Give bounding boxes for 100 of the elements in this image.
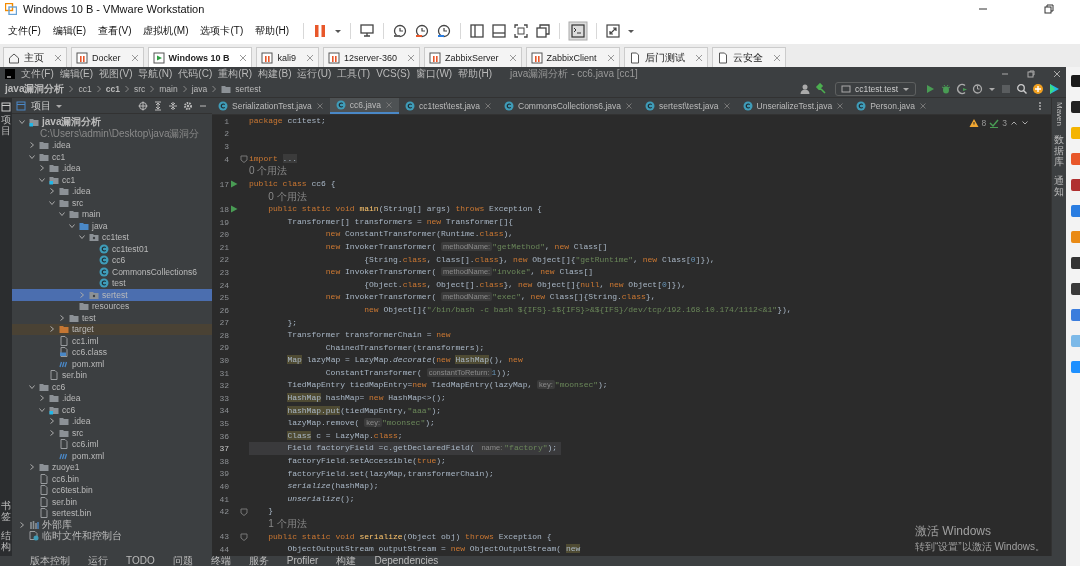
close-icon[interactable] bbox=[239, 53, 248, 62]
hammer-icon[interactable] bbox=[815, 82, 827, 95]
chevron-icon[interactable] bbox=[18, 117, 26, 126]
collapse-all-icon[interactable] bbox=[168, 100, 178, 111]
chevron-icon[interactable] bbox=[48, 187, 56, 196]
chevron-icon[interactable] bbox=[38, 405, 46, 414]
menu-item[interactable]: 帮助(H) bbox=[458, 67, 493, 80]
editor-tab[interactable]: SerializationTest.java bbox=[212, 98, 330, 114]
bug-icon[interactable] bbox=[940, 82, 952, 95]
close-icon[interactable] bbox=[54, 53, 62, 62]
windows-icon[interactable] bbox=[535, 23, 552, 39]
tree-item[interactable]: src bbox=[12, 427, 212, 439]
chevron-icon[interactable] bbox=[58, 313, 66, 322]
tree-item[interactable]: .idea bbox=[12, 415, 212, 427]
tool-window-button[interactable]: 构建 bbox=[336, 556, 357, 566]
tree-item[interactable]: resources bbox=[12, 300, 212, 312]
clock-icon[interactable] bbox=[392, 23, 409, 39]
tool-window-label[interactable]: 结构 bbox=[1, 530, 11, 552]
menu-item[interactable]: 文件(F) bbox=[8, 24, 41, 38]
chevron-icon[interactable] bbox=[28, 141, 36, 150]
stretch-icon[interactable] bbox=[605, 23, 622, 39]
tree-item[interactable]: main bbox=[12, 208, 212, 220]
tree-item[interactable]: cc6 bbox=[12, 404, 212, 416]
close-icon[interactable] bbox=[315, 102, 324, 110]
tree-item[interactable]: ser.bin bbox=[12, 369, 212, 381]
editor-tab[interactable]: cc1test\test.java bbox=[399, 98, 498, 114]
tool-window-label[interactable]: 数据库 bbox=[1054, 134, 1064, 167]
plugin-icon[interactable] bbox=[1048, 82, 1060, 95]
tree-item[interactable]: java bbox=[12, 220, 212, 232]
view-dropdown[interactable]: 项目 bbox=[31, 98, 63, 113]
run-icon[interactable] bbox=[924, 82, 936, 95]
vm-tab[interactable]: 云安全 bbox=[711, 47, 786, 67]
tree-item[interactable]: cc6 bbox=[12, 254, 212, 266]
breadcrumb[interactable]: cc1 bbox=[78, 83, 92, 94]
menu-item[interactable]: 文件(F) bbox=[21, 67, 54, 80]
chevron-down-icon[interactable] bbox=[1021, 119, 1029, 127]
check-icon[interactable] bbox=[989, 118, 1000, 128]
settings-icon[interactable] bbox=[183, 100, 193, 111]
fold-icon[interactable] bbox=[240, 507, 248, 516]
breadcrumb[interactable]: main bbox=[159, 83, 178, 94]
tree-item[interactable]: src bbox=[12, 197, 212, 209]
tree-item[interactable]: cc6 bbox=[12, 381, 212, 393]
menu-item[interactable]: 查看(V) bbox=[98, 24, 132, 38]
close-icon[interactable] bbox=[484, 102, 492, 110]
editor-tab[interactable]: Person.java bbox=[850, 98, 933, 114]
usage-hint[interactable]: 0 个用法 bbox=[249, 165, 288, 178]
chevron-icon[interactable] bbox=[48, 417, 56, 426]
tool-window-button[interactable]: 版本控制 bbox=[30, 556, 70, 566]
chevron-icon[interactable] bbox=[58, 210, 66, 219]
tool-window-label[interactable]: 项目 bbox=[1, 114, 11, 136]
profiler-icon[interactable] bbox=[972, 82, 984, 95]
close-icon[interactable] bbox=[919, 102, 927, 110]
chevron-icon[interactable] bbox=[48, 325, 56, 334]
tree-item[interactable]: cc6.bin bbox=[12, 473, 212, 485]
close-icon[interactable] bbox=[130, 53, 139, 62]
menu-item[interactable]: 窗口(W) bbox=[416, 67, 453, 80]
breadcrumb[interactable]: sertest bbox=[235, 83, 261, 94]
vm-tab[interactable]: Windows 10 B bbox=[147, 47, 253, 67]
fold-icon[interactable] bbox=[240, 155, 248, 164]
chevron-icon[interactable] bbox=[78, 233, 86, 242]
editor-tab[interactable]: sertest\test.java bbox=[639, 98, 737, 114]
tool-window-button[interactable]: Profiler bbox=[286, 556, 319, 566]
restore-icon[interactable] bbox=[1026, 68, 1036, 79]
run-config-dropdown[interactable]: cc1test.test bbox=[835, 81, 916, 96]
clock-icon[interactable] bbox=[436, 23, 453, 39]
tree-item[interactable]: cc1 bbox=[12, 151, 212, 163]
tree-item[interactable]: pom.xml bbox=[12, 450, 212, 462]
chevron-icon[interactable] bbox=[48, 198, 56, 207]
console-icon[interactable] bbox=[568, 21, 589, 41]
tree-item[interactable]: .idea bbox=[12, 162, 212, 174]
tree-item[interactable]: cc1test bbox=[12, 231, 212, 243]
breadcrumb[interactable]: cc1 bbox=[105, 83, 120, 94]
breadcrumb[interactable]: src bbox=[133, 83, 146, 94]
tool-window-button[interactable]: 终端 bbox=[210, 556, 231, 566]
computer-icon[interactable] bbox=[359, 23, 376, 39]
close-icon[interactable] bbox=[305, 53, 314, 62]
vm-tab[interactable]: kali9 bbox=[256, 47, 319, 67]
tool-window-label[interactable]: 通知 bbox=[1054, 175, 1064, 197]
tool-window-button[interactable]: TODO bbox=[126, 556, 155, 566]
chevron-icon[interactable] bbox=[18, 520, 26, 529]
tree-item[interactable]: .idea bbox=[12, 185, 212, 197]
project-icon[interactable] bbox=[1, 102, 11, 112]
expand-all-icon[interactable] bbox=[153, 100, 163, 111]
vm-tab[interactable]: 后门测试 bbox=[623, 47, 708, 67]
menu-item[interactable]: 虚拟机(M) bbox=[143, 24, 189, 38]
run-icon[interactable] bbox=[230, 180, 238, 189]
tree-item[interactable]: 外部库 bbox=[12, 519, 212, 531]
tree-item[interactable]: cc1test01 bbox=[12, 243, 212, 255]
editor-tab[interactable]: UnserializeTest.java bbox=[736, 98, 851, 114]
warning-icon[interactable] bbox=[968, 118, 979, 128]
tree-item[interactable]: CommonsCollections6 bbox=[12, 266, 212, 278]
tree-item[interactable]: cc6.class bbox=[12, 346, 212, 358]
close-icon[interactable] bbox=[722, 102, 731, 110]
tree-item[interactable]: java漏洞分析 bbox=[12, 116, 212, 128]
menu-item[interactable]: 运行(U) bbox=[297, 67, 332, 80]
caret-icon[interactable] bbox=[334, 27, 343, 35]
menu-item[interactable]: 编辑(E) bbox=[52, 24, 87, 38]
close-icon[interactable] bbox=[836, 102, 845, 110]
user-icon[interactable] bbox=[799, 82, 811, 95]
breadcrumb[interactable]: java漏洞分析 bbox=[5, 81, 65, 96]
